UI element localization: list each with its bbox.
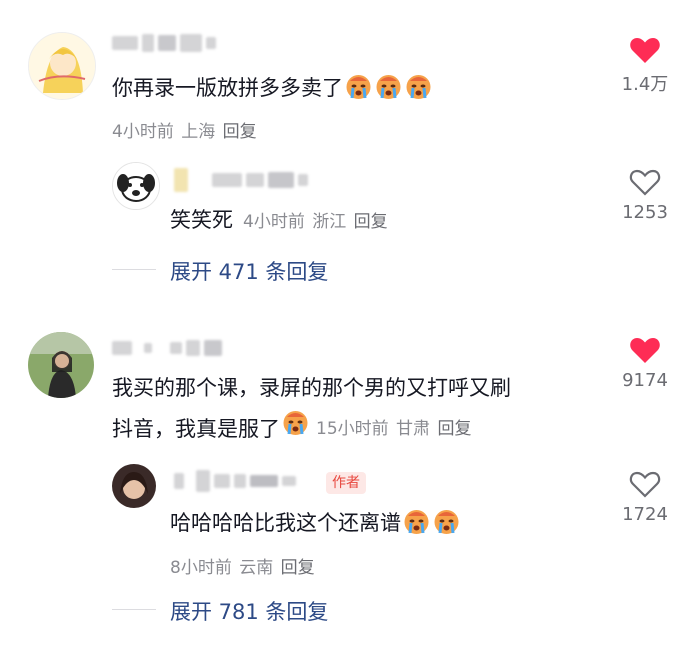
reply-button[interactable]: 回复 [354, 212, 388, 232]
like-count: 1.4万 [621, 74, 669, 95]
comment-line: 抖音，我真是服了 [112, 417, 280, 441]
timestamp: 4小时前 [243, 212, 305, 232]
divider-line [112, 269, 156, 270]
like-button[interactable]: 1.4万 [605, 36, 685, 96]
reply-meta: 8小时前 云南 回复 [170, 553, 317, 578]
crying-emoji-icon [374, 72, 403, 109]
heart-filled-icon [630, 38, 660, 63]
comment-meta: 4小时前 上海 回复 [112, 117, 259, 142]
comment-text: 你再录一版放拼多多卖了 [112, 72, 433, 109]
comment-meta: 15小时前 甘肃 回复 [316, 409, 473, 449]
timestamp: 4小时前 [112, 122, 174, 142]
crying-emoji-icon [344, 72, 373, 109]
username-blurred[interactable] [112, 340, 222, 356]
avatar[interactable] [28, 32, 96, 100]
crying-emoji-icon [281, 408, 310, 450]
expand-replies-button[interactable]: 展开 471 条回复 [170, 256, 328, 286]
avatar[interactable] [28, 332, 94, 398]
comment-text: 我买的那个课，录屏的那个男的又打呼又刷 抖音，我真是服了 15小时前 甘肃 回复 [112, 368, 592, 450]
like-button[interactable]: 9174 [605, 336, 685, 391]
heart-filled-icon [630, 338, 660, 363]
timestamp: 8小时前 [170, 558, 232, 578]
heart-outline-icon [629, 471, 661, 498]
reply-row: 笑笑死 4小时前 浙江 回复 [170, 205, 390, 235]
crying-emoji-icon [404, 72, 433, 109]
crying-emoji-icon [432, 507, 461, 544]
like-button[interactable]: 1253 [605, 168, 685, 223]
reply-text: 笑笑死 [170, 208, 233, 232]
like-count: 9174 [622, 370, 668, 391]
expand-replies-button[interactable]: 展开 781 条回复 [170, 596, 328, 626]
like-count: 1253 [622, 202, 668, 223]
like-button[interactable]: 1724 [605, 470, 685, 525]
reply-button[interactable]: 回复 [281, 558, 315, 578]
location: 浙江 [312, 212, 347, 232]
reply-button[interactable]: 回复 [223, 122, 257, 142]
avatar[interactable] [112, 162, 160, 210]
crying-emoji-icon [402, 507, 431, 544]
reply-text: 哈哈哈哈比我这个还离谱 [170, 507, 461, 544]
author-badge: 作者 [326, 472, 366, 494]
avatar[interactable] [112, 464, 156, 508]
username-blurred[interactable] [174, 168, 308, 192]
username-blurred[interactable] [112, 34, 216, 52]
timestamp: 15小时前 [316, 419, 389, 439]
reply-button[interactable]: 回复 [437, 419, 471, 439]
comment-line: 我买的那个课，录屏的那个男的又打呼又刷 [112, 376, 511, 400]
location: 云南 [239, 558, 274, 578]
location: 上海 [181, 122, 216, 142]
reply-meta: 4小时前 浙江 回复 [243, 207, 390, 232]
like-count: 1724 [622, 504, 668, 525]
heart-outline-icon [629, 169, 661, 196]
location: 甘肃 [396, 419, 431, 439]
username-blurred[interactable] [174, 470, 296, 492]
divider-line [112, 609, 156, 610]
